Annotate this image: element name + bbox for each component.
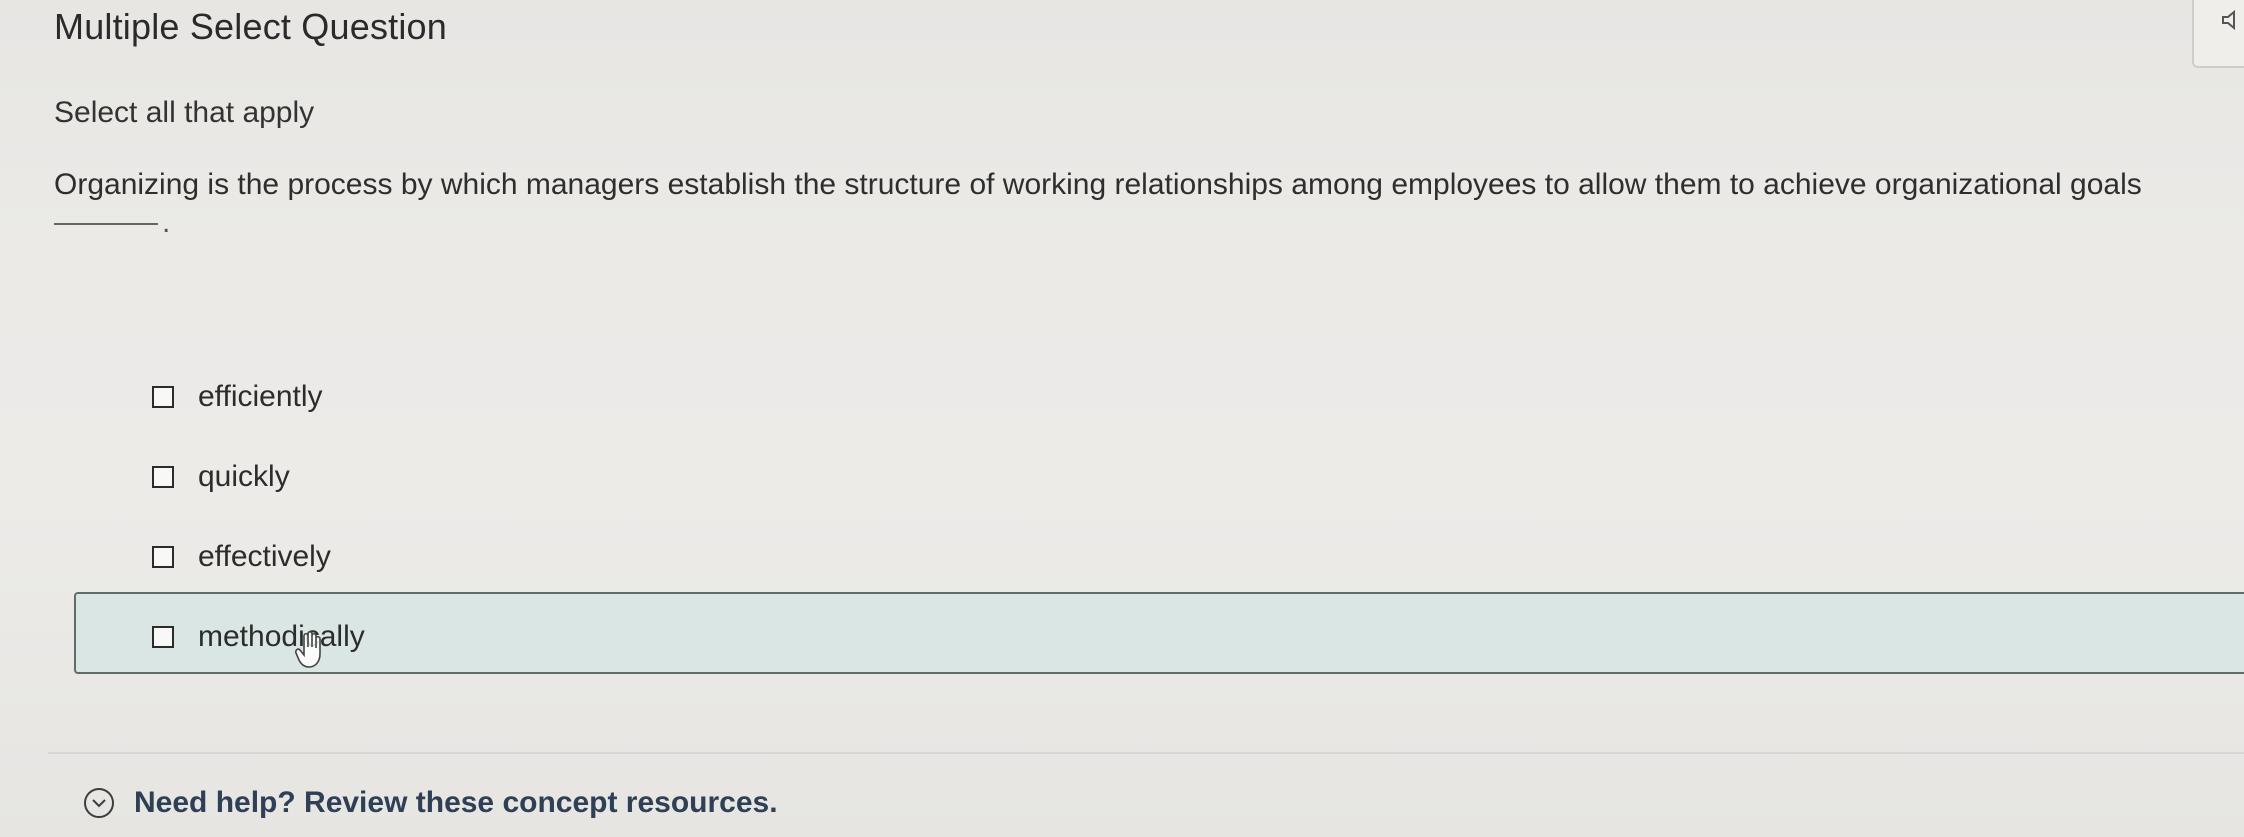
- help-label: Need help? Review these concept resource…: [134, 786, 778, 819]
- option-quickly[interactable]: quickly: [152, 452, 290, 502]
- option-checkbox[interactable]: [152, 386, 174, 408]
- option-checkbox[interactable]: [152, 626, 174, 648]
- blank-suffix: .: [162, 206, 171, 239]
- blank-underline: [54, 223, 158, 226]
- option-label: quickly: [198, 460, 290, 493]
- option-effectively[interactable]: effectively: [152, 532, 331, 582]
- read-aloud-button[interactable]: [2192, 0, 2244, 68]
- section-divider: [48, 752, 2244, 754]
- option-methodically[interactable]: methodically: [152, 612, 365, 662]
- chevron-down-circle-icon: [84, 788, 114, 818]
- option-checkbox[interactable]: [152, 466, 174, 488]
- hand-cursor-icon: [295, 630, 321, 668]
- speaker-icon: [2222, 9, 2235, 31]
- option-checkbox[interactable]: [152, 546, 174, 568]
- instruction-text: Select all that apply: [54, 96, 315, 129]
- option-hover-highlight: [74, 592, 2244, 674]
- help-resources-toggle[interactable]: Need help? Review these concept resource…: [84, 786, 778, 820]
- option-label: methodically: [198, 620, 365, 653]
- option-efficiently[interactable]: efficiently: [152, 372, 323, 422]
- question-page: Multiple Select Question Select all that…: [0, 0, 2244, 837]
- option-label: effectively: [198, 540, 331, 573]
- question-prompt: Organizing is the process by which manag…: [54, 168, 2142, 201]
- answer-blank: .: [54, 206, 170, 240]
- page-title: Multiple Select Question: [54, 6, 447, 47]
- option-label: efficiently: [198, 380, 323, 413]
